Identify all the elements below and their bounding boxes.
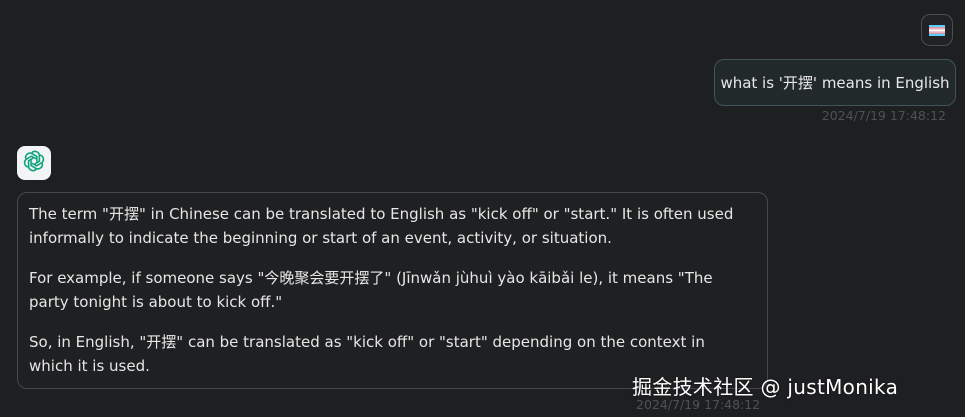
pride-flag-icon (929, 24, 945, 36)
chat-page: what is '开摆' means in English 2024/7/19 … (0, 0, 965, 417)
user-message-bubble: what is '开摆' means in English (714, 59, 956, 106)
user-message-timestamp: 2024/7/19 17:48:12 (821, 108, 946, 123)
assistant-avatar (17, 146, 51, 180)
watermark: 掘金技术社区 @ justMonika (632, 375, 899, 399)
user-avatar[interactable] (921, 14, 953, 46)
assistant-paragraph: For example, if someone says "今晚聚会要开摆了" … (29, 269, 713, 311)
assistant-paragraph: The term "开摆" in Chinese can be translat… (29, 205, 734, 247)
user-message-text: what is '开摆' means in English (720, 74, 950, 92)
openai-logo-icon (22, 149, 46, 177)
assistant-message-bubble: The term "开摆" in Chinese can be translat… (17, 192, 768, 389)
